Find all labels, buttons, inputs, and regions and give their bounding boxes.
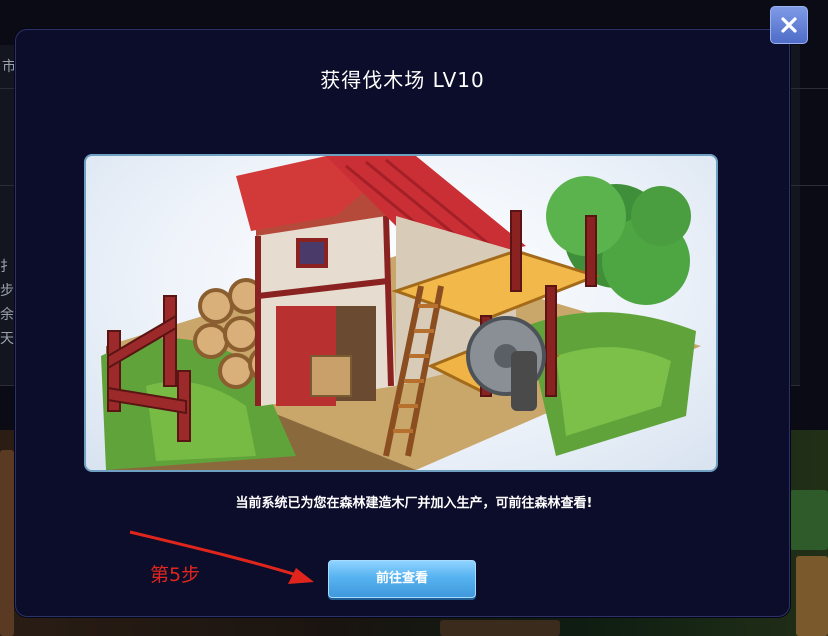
background-text: 市: [2, 59, 16, 75]
background-text: 天: [0, 331, 14, 347]
dialog-message: 当前系统已为您在森林建造木厂并加入生产，可前往森林查看!: [235, 496, 593, 511]
go-view-button[interactable]: 前往查看: [328, 560, 476, 598]
close-icon: [781, 17, 797, 33]
step-arrow-icon: [129, 530, 314, 584]
lumber-mill-image: [84, 154, 718, 472]
dialog-title: 获得伐木场 LV10: [320, 68, 485, 92]
background-text: 扌: [0, 259, 14, 275]
lumber-mill-illustration: [101, 156, 701, 470]
close-button[interactable]: [770, 6, 808, 44]
